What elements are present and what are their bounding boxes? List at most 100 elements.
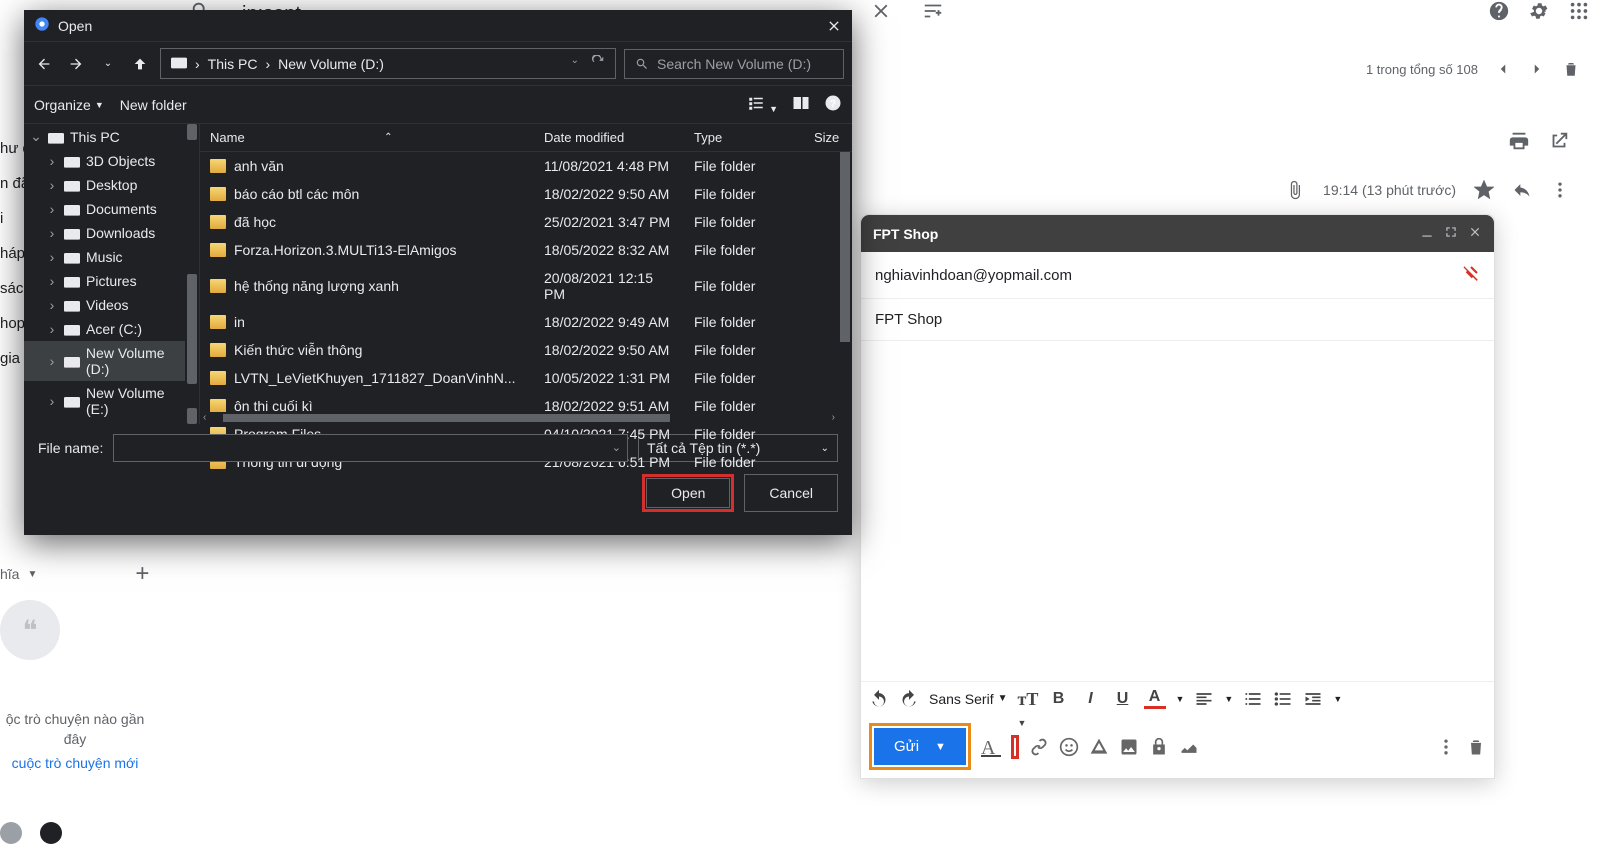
file-name: anh văn [234, 158, 284, 174]
file-row[interactable]: đã học25/02/2021 3:47 PMFile folder [200, 208, 852, 236]
subject[interactable]: FPT Shop [875, 311, 942, 328]
close-compose-icon[interactable] [1468, 225, 1482, 242]
file-name-input[interactable]: ⌄ [113, 434, 628, 462]
compose-body[interactable] [861, 341, 1494, 681]
pagination-label: 1 trong tổng số 108 [1366, 62, 1478, 77]
new-folder-button[interactable]: New folder [120, 97, 187, 113]
file-name: hệ thống năng lượng xanh [234, 278, 399, 294]
tree-item[interactable]: ›Pictures [24, 269, 199, 293]
tree-item[interactable]: ›Documents [24, 197, 199, 221]
file-hscroll[interactable]: ‹› [200, 412, 838, 424]
file-row[interactable]: báo cáo btl các môn18/02/2022 9:50 AMFil… [200, 180, 852, 208]
recent-dropdown-icon[interactable]: ⌄ [96, 52, 120, 76]
italic-button[interactable]: I [1080, 690, 1102, 708]
folder-icon [210, 215, 226, 229]
insert-signature-icon[interactable] [1179, 737, 1199, 757]
insert-photo-icon[interactable] [1119, 737, 1139, 757]
user-avatar-icon[interactable] [0, 822, 22, 844]
tree-item[interactable]: ›Music [24, 245, 199, 269]
font-size-icon[interactable]: тТ ▼ [1018, 689, 1038, 709]
underline-button[interactable]: U [1112, 690, 1134, 708]
file-row[interactable]: Kiến thức viễn thông18/02/2022 9:50 AMFi… [200, 336, 852, 364]
view-mode-icon[interactable]: ▼ [747, 94, 778, 115]
recipient[interactable]: nghiavinhdoan@yopmail.com [875, 267, 1072, 284]
file-row[interactable]: LVTN_LeVietKhuyen_1711827_DoanVinhN...10… [200, 364, 852, 392]
breadcrumb[interactable]: › This PC › New Volume (D:) ⌄ [160, 48, 616, 79]
sliders-icon[interactable] [922, 0, 944, 22]
bold-button[interactable]: B [1048, 690, 1070, 708]
help-dialog-icon[interactable]: ? [824, 94, 842, 115]
refresh-icon[interactable] [591, 55, 605, 72]
open-new-icon[interactable] [1548, 130, 1570, 152]
minimize-icon[interactable] [1420, 225, 1434, 242]
fullscreen-icon[interactable] [1444, 225, 1458, 242]
close-dialog-icon[interactable] [826, 18, 842, 34]
file-row[interactable]: anh văn11/08/2021 4:48 PMFile folder [200, 152, 852, 180]
help-icon[interactable] [1488, 0, 1510, 22]
undo-icon[interactable] [869, 689, 889, 709]
bullet-list-icon[interactable] [1273, 689, 1293, 709]
tree-item[interactable]: ⌄This PC [24, 124, 199, 149]
prev-icon[interactable] [1494, 60, 1512, 78]
file-date: 18/05/2022 8:32 AM [534, 236, 684, 264]
file-row[interactable]: in18/02/2022 9:49 AMFile folder [200, 308, 852, 336]
tree-item[interactable]: ›New Volume (D:) [24, 341, 199, 381]
insert-drive-icon[interactable] [1089, 737, 1109, 757]
crumb-this-pc[interactable]: This PC [208, 56, 258, 72]
file-name: Forza.Horizon.3.MULTi13-ElAmigos [234, 242, 457, 258]
tree-item[interactable]: ›3D Objects [24, 149, 199, 173]
folder-icon [210, 243, 226, 257]
preview-pane-icon[interactable] [792, 94, 810, 115]
insert-emoji-icon[interactable] [1059, 737, 1079, 757]
align-icon[interactable] [1194, 689, 1214, 709]
tree-item[interactable]: ›Desktop [24, 173, 199, 197]
tree-item-label: This PC [70, 129, 120, 145]
text-color-button[interactable]: A [1144, 688, 1166, 709]
new-chat-icon[interactable]: + [135, 560, 149, 588]
insert-link-icon[interactable] [1029, 737, 1049, 757]
file-vscroll[interactable] [838, 152, 852, 424]
hangouts-icon[interactable] [40, 822, 62, 844]
ordered-list-icon[interactable] [1243, 689, 1263, 709]
apps-icon[interactable] [1568, 0, 1590, 22]
search-folder-input[interactable]: Search New Volume (D:) [624, 49, 844, 79]
font-family[interactable]: Sans Serif ▼ [929, 691, 1008, 707]
forward-icon[interactable] [64, 52, 88, 76]
send-button[interactable]: Gửi▼ [874, 728, 966, 765]
no-tag-icon[interactable] [1462, 264, 1480, 286]
reply-icon[interactable] [1512, 180, 1532, 200]
print-icon[interactable] [1508, 130, 1530, 152]
file-row[interactable]: Forza.Horizon.3.MULTi13-ElAmigos 18/05/20… [200, 236, 852, 264]
file-row[interactable]: hệ thống năng lượng xanh20/08/2021 12:15… [200, 264, 852, 308]
crumb-dropdown-icon[interactable]: ⌄ [571, 55, 579, 72]
gear-icon[interactable] [1528, 0, 1550, 22]
cancel-button[interactable]: Cancel [744, 474, 838, 512]
compose-more-icon[interactable] [1436, 737, 1456, 757]
discard-icon[interactable] [1466, 737, 1486, 757]
redo-icon[interactable] [899, 689, 919, 709]
open-button[interactable]: Open [646, 478, 730, 508]
file-type: File folder [684, 448, 804, 476]
file-list-header[interactable]: Name⌃ Date modified Type Size [200, 124, 852, 152]
close-search-icon[interactable] [870, 0, 892, 22]
tree-item[interactable]: ›Videos [24, 293, 199, 317]
up-icon[interactable] [128, 52, 152, 76]
crumb-folder[interactable]: New Volume (D:) [278, 56, 384, 72]
tree-item[interactable]: ›New Volume (E:) [24, 381, 199, 421]
tree-item[interactable]: ›Acer (C:) [24, 317, 199, 341]
next-icon[interactable] [1528, 60, 1546, 78]
star-icon[interactable] [1474, 180, 1494, 200]
delete-dropdown-icon[interactable] [1562, 60, 1580, 78]
file-date: 25/02/2021 3:47 PM [534, 208, 684, 236]
format-text-icon[interactable]: A [981, 737, 1001, 757]
folder-icon [64, 322, 80, 336]
more-icon[interactable] [1550, 180, 1570, 200]
file-type: File folder [684, 364, 804, 392]
confidential-mode-icon[interactable] [1149, 737, 1169, 757]
new-conversation-link[interactable]: cuộc trò chuyện mới [0, 755, 150, 771]
back-icon[interactable] [32, 52, 56, 76]
tree-item[interactable]: ›Downloads [24, 221, 199, 245]
organize-button[interactable]: Organize ▼ [34, 97, 104, 113]
indent-icon[interactable] [1303, 689, 1323, 709]
folder-icon [64, 154, 80, 168]
